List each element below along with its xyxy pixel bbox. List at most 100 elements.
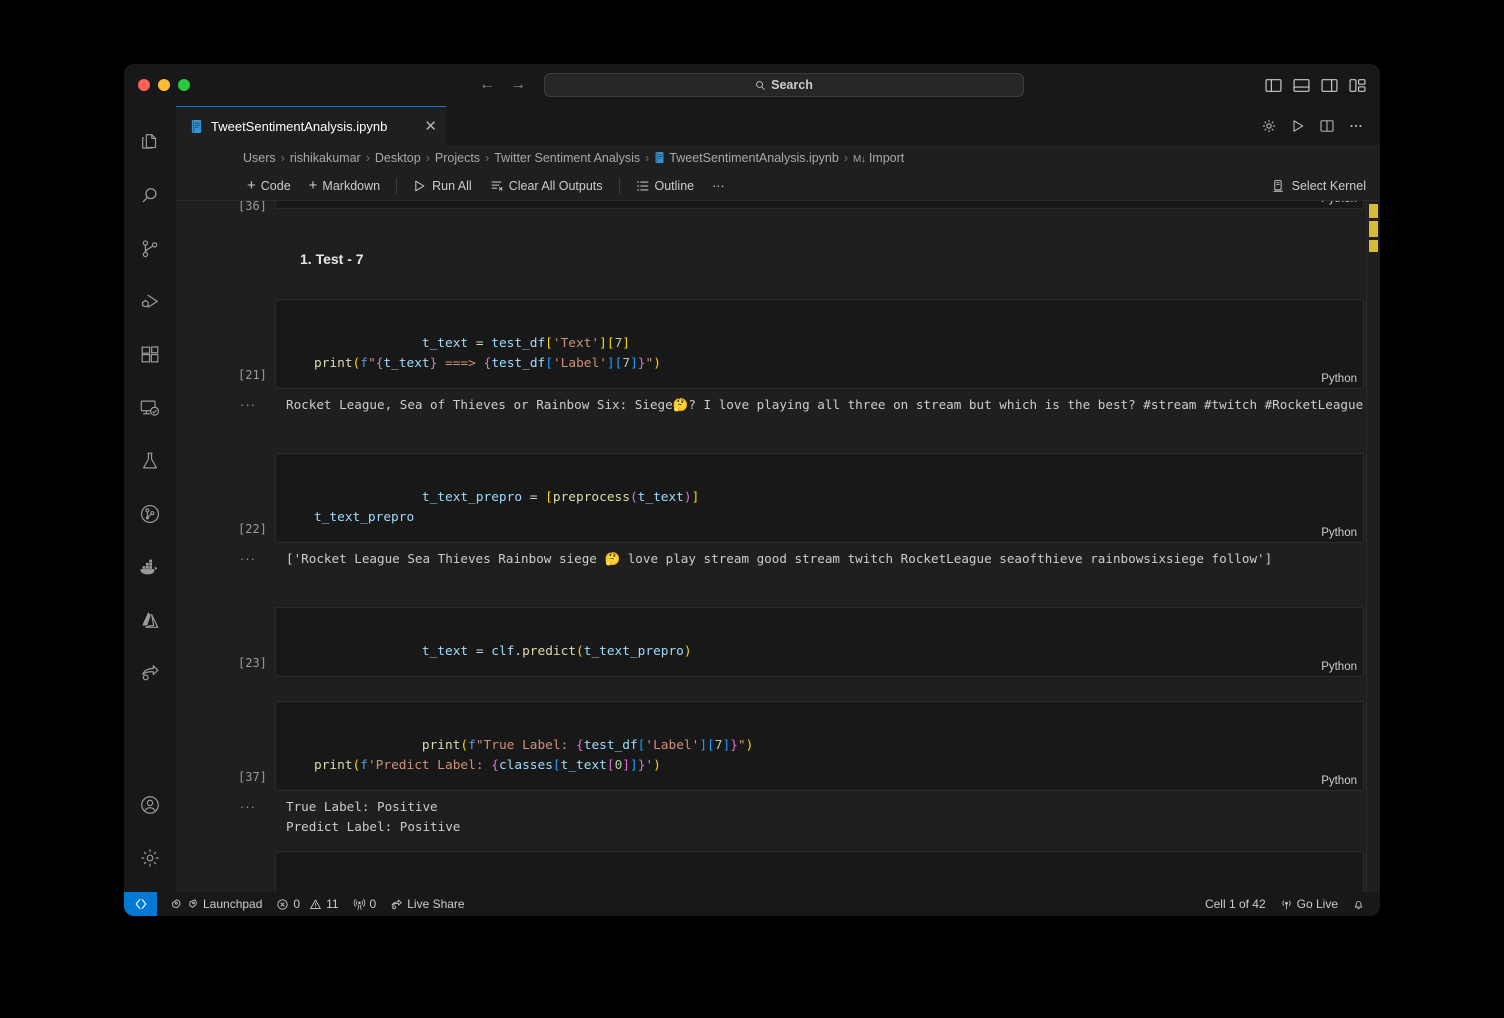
cell-position-status-item[interactable]: Cell 1 of 42: [1198, 892, 1273, 916]
more-actions-icon[interactable]: [1348, 118, 1364, 134]
files-icon: [142, 133, 157, 149]
sidebar-item-explorer[interactable]: [126, 116, 174, 169]
notebook-cell-code[interactable]: t_text_prepro = [preprocess(t_text)] t_t…: [275, 453, 1364, 543]
launchpad-status-item[interactable]: Launchpad: [157, 892, 269, 916]
sidebar-item-jupyter[interactable]: [126, 487, 174, 540]
cell-language-badge[interactable]: Python: [1321, 775, 1357, 787]
cell-source[interactable]: t_text = clf.predict(t_text_prepro): [276, 608, 1363, 696]
markdown-icon: M↓: [853, 154, 866, 165]
rocket-icon-secondary: [189, 898, 197, 908]
cell-language-badge[interactable]: Python: [1321, 373, 1357, 385]
cell-source[interactable]: t_text_prepro = [preprocess(t_text)] t_t…: [276, 454, 1363, 562]
breadcrumb-symbol-label: Import: [868, 151, 905, 165]
window-controls[interactable]: [124, 79, 190, 91]
close-window-button[interactable]: [138, 79, 150, 91]
cell-source[interactable]: print(f"True Label: {test_df['Label'][7]…: [276, 702, 1363, 810]
sidebar-item-docker[interactable]: [126, 540, 174, 593]
notebook-cell-partial[interactable]: Python: [275, 201, 1364, 209]
output-collapse-icon[interactable]: ···: [240, 551, 256, 566]
breadcrumb-item-file[interactable]: TweetSentimentAnalysis.ipynb: [654, 151, 839, 165]
add-code-label: Code: [260, 178, 291, 193]
launchpad-label: Launchpad: [203, 897, 263, 911]
live-share-status-item[interactable]: Live Share: [383, 892, 471, 916]
toggle-primary-sidebar-icon[interactable]: [1265, 77, 1282, 94]
add-code-cell-button[interactable]: + Code: [238, 176, 300, 195]
toolbar-separator: [396, 177, 398, 194]
vscode-window: ← → Search TweetSentimentAnalysis.ipynb …: [124, 64, 1380, 916]
sidebar-item-accounts[interactable]: [126, 778, 174, 831]
sidebar-item-testing[interactable]: [126, 434, 174, 487]
cell-run-label: [22]: [238, 522, 267, 536]
editor-actions: [1261, 106, 1380, 145]
notebook-cell-code[interactable]: print(f"True Label: {test_df['Label'][7]…: [275, 701, 1364, 791]
breadcrumb-item-rishikakumar[interactable]: rishikakumar: [290, 151, 361, 165]
gear-icon[interactable]: [1261, 118, 1277, 134]
sidebar-item-azure[interactable]: [126, 593, 174, 646]
breadcrumb-item-users[interactable]: Users: [243, 151, 276, 165]
beaker-icon: [142, 452, 158, 468]
output-collapse-icon[interactable]: ···: [240, 397, 256, 412]
cell-run-label: [36]: [238, 201, 267, 213]
forward-arrow-icon[interactable]: →: [509, 77, 527, 93]
warning-marker[interactable]: [1369, 221, 1378, 237]
notebook-icon: [655, 152, 664, 163]
clear-all-outputs-button[interactable]: Clear All Outputs: [481, 177, 612, 195]
minimize-window-button[interactable]: [158, 79, 170, 91]
cell-run-label: [23]: [238, 656, 267, 670]
outline-button[interactable]: Outline: [627, 177, 704, 195]
command-center-search[interactable]: Search: [544, 73, 1024, 97]
sidebar-item-run-and-debug[interactable]: [126, 275, 174, 328]
sidebar-item-extensions[interactable]: [126, 328, 174, 381]
notebook-cell-partial-bottom[interactable]: [275, 851, 1364, 892]
sidebar-item-live-share[interactable]: [126, 646, 174, 699]
breadcrumb-item-projects[interactable]: Projects: [435, 151, 480, 165]
breadcrumb-item-import[interactable]: M↓ Import: [853, 151, 904, 165]
breadcrumb-item-desktop[interactable]: Desktop: [375, 151, 421, 165]
markdown-cell-heading[interactable]: 1. Test - 7: [300, 251, 364, 267]
cell-language-badge[interactable]: Python: [1321, 201, 1357, 205]
maximize-window-button[interactable]: [178, 79, 190, 91]
cell-language-badge[interactable]: Python: [1321, 527, 1357, 539]
outline-label: Outline: [654, 178, 695, 193]
live-share-label: Live Share: [407, 897, 465, 911]
select-kernel-button[interactable]: Select Kernel: [1272, 179, 1366, 193]
run-all-button[interactable]: Run All: [404, 177, 481, 195]
run-icon[interactable]: [1290, 118, 1306, 134]
search-placeholder: Search: [771, 78, 813, 92]
notebook-cell-code[interactable]: t_text = clf.predict(t_text_prepro) Pyth…: [275, 607, 1364, 677]
notebook-toolbar: + Code + Markdown Run All Clear All Outp…: [176, 171, 1380, 201]
sidebar-item-remote-explorer[interactable]: [126, 381, 174, 434]
gear-icon: [141, 848, 159, 867]
overview-ruler[interactable]: [1366, 201, 1380, 892]
toggle-panel-icon[interactable]: [1293, 77, 1310, 94]
split-editor-icon[interactable]: [1319, 118, 1335, 134]
sidebar-item-search[interactable]: [126, 169, 174, 222]
sidebar-item-manage-settings[interactable]: [126, 831, 174, 884]
breadcrumb-item-twitter-sentiment-analysis[interactable]: Twitter Sentiment Analysis: [494, 151, 640, 165]
back-arrow-icon[interactable]: ←: [478, 77, 496, 93]
warning-marker[interactable]: [1369, 204, 1378, 218]
title-bar: ← → Search: [124, 64, 1380, 106]
cell-source[interactable]: t_text = test_df['Text'][7] print(f"{t_t…: [276, 300, 1363, 408]
go-live-status-item[interactable]: Go Live: [1273, 892, 1345, 916]
breadcrumb-separator: ›: [365, 151, 370, 165]
problems-status-item[interactable]: 0 11: [269, 892, 345, 916]
close-icon[interactable]: ✕: [424, 119, 437, 134]
breadcrumb-separator: ›: [280, 151, 285, 165]
remote-indicator-button[interactable]: [124, 892, 157, 916]
notifications-status-item[interactable]: [1345, 892, 1372, 916]
toolbar-more-button[interactable]: ···: [703, 177, 734, 195]
sidebar-item-source-control[interactable]: [126, 222, 174, 275]
ports-status-item[interactable]: 0: [346, 892, 384, 916]
customize-layout-icon[interactable]: [1349, 77, 1366, 94]
notebook-cell-code[interactable]: t_text = test_df['Text'][7] print(f"{t_t…: [275, 299, 1364, 389]
cell-language-badge[interactable]: Python: [1321, 661, 1357, 673]
tab-tweetsentimentanalysis[interactable]: TweetSentimentAnalysis.ipynb ✕: [176, 106, 446, 145]
notebook-canvas[interactable]: Python [36] 1. Test - 7 t_text = test_df…: [176, 201, 1380, 892]
warning-marker[interactable]: [1369, 240, 1378, 252]
add-markdown-cell-button[interactable]: + Markdown: [300, 176, 389, 195]
breadcrumb-separator: ›: [645, 151, 650, 165]
toggle-secondary-sidebar-icon[interactable]: [1321, 77, 1338, 94]
breadcrumb-file-label: TweetSentimentAnalysis.ipynb: [669, 151, 839, 165]
output-collapse-icon[interactable]: ···: [240, 799, 256, 814]
